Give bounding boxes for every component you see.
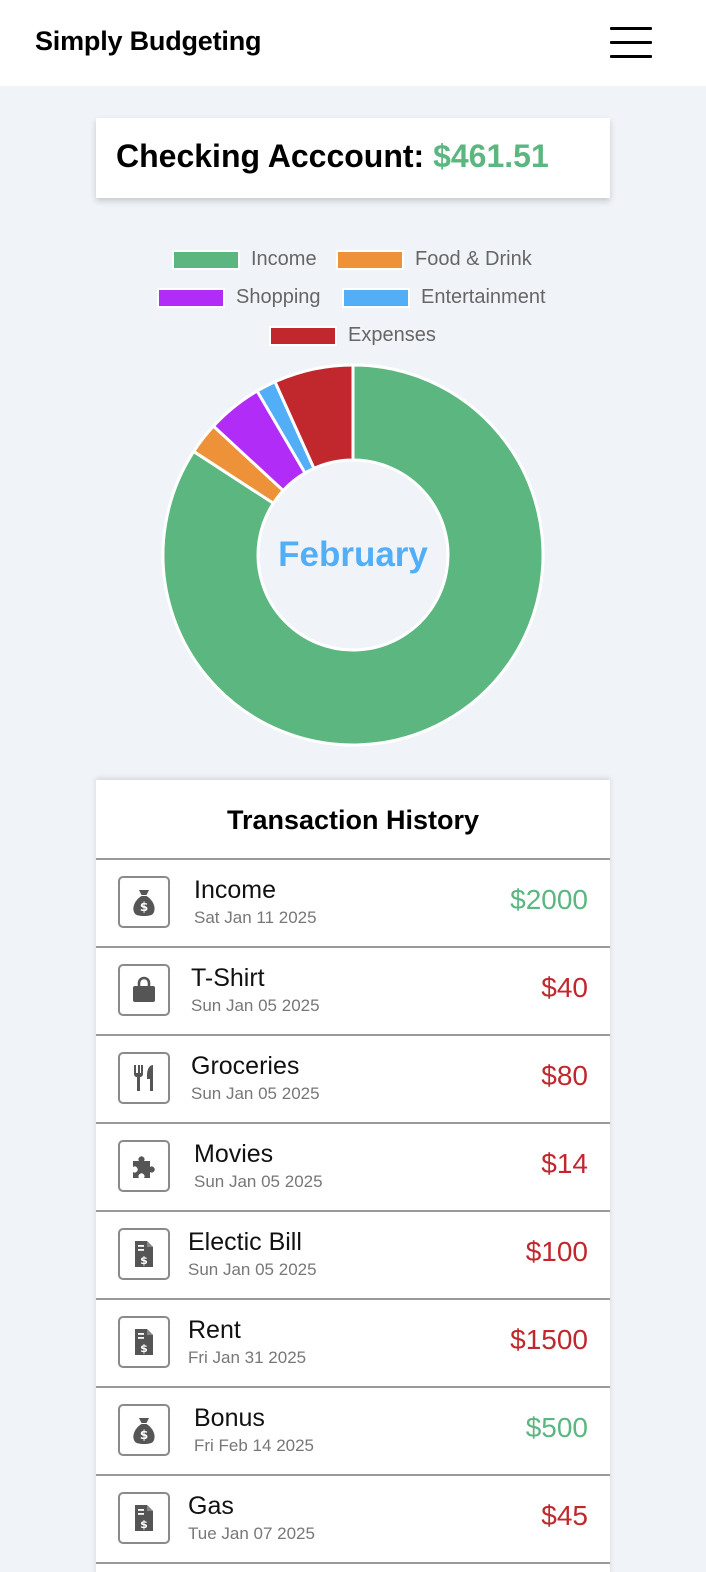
transaction-amount: $500 bbox=[525, 1412, 588, 1443]
transaction-row[interactable]: $ Electic Bill Sun Jan 05 2025 $100 bbox=[96, 1212, 610, 1300]
svg-text:$: $ bbox=[140, 1518, 148, 1531]
transaction-date: Sat Jan 11 2025 bbox=[194, 908, 317, 927]
transaction-amount: $2000 bbox=[510, 884, 588, 915]
transaction-name: T-Shirt bbox=[191, 964, 265, 992]
puzzle-icon bbox=[118, 1140, 170, 1192]
transaction-date: Sun Jan 05 2025 bbox=[188, 1260, 317, 1279]
svg-text:$: $ bbox=[140, 1254, 148, 1267]
transaction-row[interactable]: Groceries Sun Jan 05 2025 $80 bbox=[96, 1036, 610, 1124]
transaction-row[interactable]: $ Rent Fri Jan 31 2025 $1500 bbox=[96, 1300, 610, 1388]
money-bag-icon: $ bbox=[118, 876, 170, 928]
transaction-amount: $100 bbox=[525, 1236, 588, 1267]
chart-center-month-label: February bbox=[278, 535, 428, 574]
transaction-name: Gas bbox=[188, 1492, 234, 1520]
transaction-row[interactable]: $ Gas Tue Jan 07 2025 $45 bbox=[96, 1476, 610, 1564]
shopping-bag-icon bbox=[118, 964, 170, 1016]
transaction-row[interactable]: $ Income Sat Jan 11 2025 $2000 bbox=[96, 860, 610, 948]
transaction-date: Fri Jan 31 2025 bbox=[188, 1348, 307, 1367]
transaction-name: Electic Bill bbox=[188, 1228, 302, 1256]
transaction-name: Income bbox=[194, 876, 276, 904]
transaction-history-title: Transaction History bbox=[96, 780, 610, 860]
transaction-amount: $1500 bbox=[510, 1324, 588, 1355]
transaction-amount: $80 bbox=[541, 1060, 588, 1091]
invoice-icon: $ bbox=[118, 1316, 170, 1368]
transaction-name: Movies bbox=[194, 1140, 274, 1168]
transaction-amount: $40 bbox=[541, 972, 588, 1003]
transaction-row[interactable]: T-Shirt Sun Jan 05 2025 $40 bbox=[96, 948, 610, 1036]
transaction-amount: $14 bbox=[541, 1148, 588, 1179]
transaction-row[interactable]: Movies Sun Jan 05 2025 $14 bbox=[96, 1124, 610, 1212]
utensils-icon bbox=[118, 1052, 170, 1104]
transaction-name: Rent bbox=[188, 1316, 241, 1344]
transaction-history-card: Transaction History $ Income Sat Jan 11 … bbox=[96, 780, 610, 1572]
svg-text:$: $ bbox=[140, 900, 148, 914]
monthly-donut-chart: February bbox=[161, 363, 545, 747]
transaction-row[interactable]: $ Bonus Fri Feb 14 2025 $500 bbox=[96, 1388, 610, 1476]
transaction-name: Bonus bbox=[194, 1404, 265, 1432]
invoice-icon: $ bbox=[118, 1228, 170, 1280]
svg-text:$: $ bbox=[140, 1342, 148, 1355]
transaction-date: Tue Jan 07 2025 bbox=[188, 1524, 315, 1543]
invoice-icon: $ bbox=[118, 1492, 170, 1544]
transaction-date: Sun Jan 05 2025 bbox=[194, 1172, 323, 1191]
money-bag-icon: $ bbox=[118, 1404, 170, 1456]
transaction-date: Sun Jan 05 2025 bbox=[191, 1084, 320, 1103]
transaction-date: Sun Jan 05 2025 bbox=[191, 996, 320, 1015]
transaction-amount: $45 bbox=[541, 1500, 588, 1531]
svg-text:$: $ bbox=[140, 1428, 148, 1442]
transaction-name: Groceries bbox=[191, 1052, 300, 1080]
transaction-date: Fri Feb 14 2025 bbox=[194, 1436, 315, 1455]
